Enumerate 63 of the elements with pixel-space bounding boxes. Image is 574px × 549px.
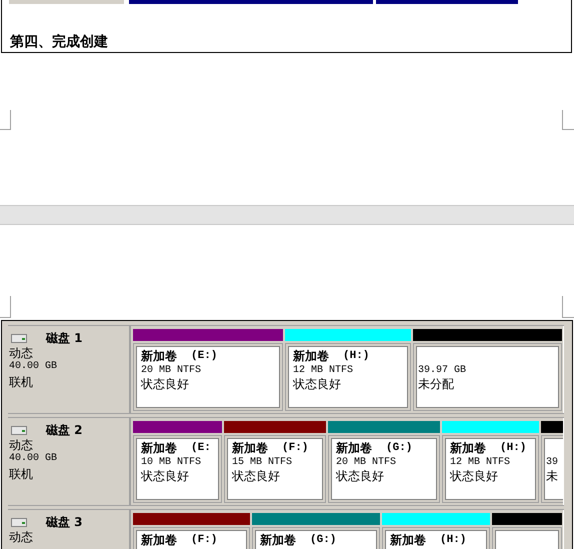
- corner-mark: [562, 296, 574, 318]
- section-heading: 第四、完成创建: [10, 33, 109, 51]
- volume-name: 新加卷: [390, 532, 426, 548]
- partition-box[interactable]: 新加卷 (H:) 12 MB NTFS 状态良好: [442, 435, 539, 503]
- partition-size: 12 MB NTFS: [293, 364, 354, 377]
- volume-name: 新加卷: [232, 440, 268, 456]
- disk-status: 联机: [9, 466, 33, 482]
- drive-letter: (H:): [343, 349, 370, 364]
- corner-mark: [0, 296, 11, 318]
- disk-type: 动态: [9, 346, 33, 360]
- partition-status: 状态良好: [232, 469, 281, 484]
- disk-name: 磁盘 3: [46, 514, 83, 531]
- volume-name: 新加卷: [141, 348, 177, 364]
- drive-letter: (G:): [386, 441, 412, 456]
- partition-size: 39.97 GB: [418, 364, 468, 377]
- partition-box[interactable]: 新加卷 (F:): [133, 527, 250, 549]
- partition-status: 未分配: [418, 377, 455, 392]
- disk-type: 动态: [9, 530, 33, 544]
- volume-name: 新加卷: [141, 532, 177, 548]
- drive-letter: (H:): [500, 441, 526, 456]
- partition-size: 20 MB NTFS: [336, 456, 398, 469]
- drive-icon: [11, 334, 27, 342]
- partition-box[interactable]: 新加卷 (G:) 20 MB NTFS 状态良好: [328, 435, 440, 503]
- partition-status: 状态良好: [293, 377, 342, 392]
- partition-size: 15 MB NTFS: [232, 456, 294, 469]
- volume-name: 新加卷: [293, 348, 329, 364]
- volume-name: 新加卷: [336, 440, 372, 456]
- drive-letter: (F:): [282, 441, 308, 456]
- corner-mark: [0, 110, 11, 130]
- disk-size: 40.00 GB: [9, 360, 58, 374]
- partition-size: 10 MB NTFS: [141, 456, 202, 469]
- partition-box[interactable]: 39 未: [541, 435, 563, 503]
- partition-box[interactable]: 新加卷 (H:) 12 MB NTFS 状态良好: [285, 343, 411, 411]
- partition-box[interactable]: 39.97 GB 未分配: [413, 343, 562, 411]
- disk-name: 磁盘 2: [46, 422, 83, 439]
- partition-status: 状态良好: [336, 469, 385, 484]
- disk-size: 40.00 GB: [9, 452, 58, 466]
- partition-status: 状态良好: [141, 469, 190, 484]
- drive-letter: (F:): [191, 533, 218, 548]
- volume-name: 新加卷: [141, 440, 177, 456]
- drive-letter: (H:): [440, 533, 466, 548]
- volume-name: 新加卷: [260, 532, 296, 548]
- disk-type: 动态: [9, 438, 33, 452]
- partition-box[interactable]: 新加卷 (G:): [252, 527, 380, 549]
- partition-size: 20 MB NTFS: [141, 364, 202, 377]
- drive-letter: (E:): [191, 349, 218, 364]
- drive-letter: (E:: [191, 441, 211, 456]
- partition-size: 39: [546, 456, 560, 469]
- drive-letter: (G:): [310, 533, 336, 548]
- disk-name: 磁盘 1: [46, 330, 83, 347]
- drive-icon: [11, 518, 27, 526]
- drive-icon: [11, 426, 27, 434]
- disk-status: 联机: [9, 374, 33, 390]
- partition-box[interactable]: 新加卷 (E: 10 MB NTFS 状态良好: [133, 435, 222, 503]
- partition-size: 12 MB NTFS: [450, 456, 512, 469]
- partition-box[interactable]: 新加卷 (H:): [382, 527, 490, 549]
- corner-mark: [562, 110, 574, 130]
- partition-box[interactable]: 新加卷 (F:) 15 MB NTFS 状态良好: [224, 435, 326, 503]
- partition-status: 未: [546, 469, 559, 484]
- partition-box[interactable]: 新加卷 (E:) 20 MB NTFS 状态良好: [133, 343, 283, 411]
- partition-status: 状态良好: [141, 377, 190, 392]
- volume-name: 新加卷: [450, 440, 486, 456]
- partition-status: 状态良好: [450, 469, 499, 484]
